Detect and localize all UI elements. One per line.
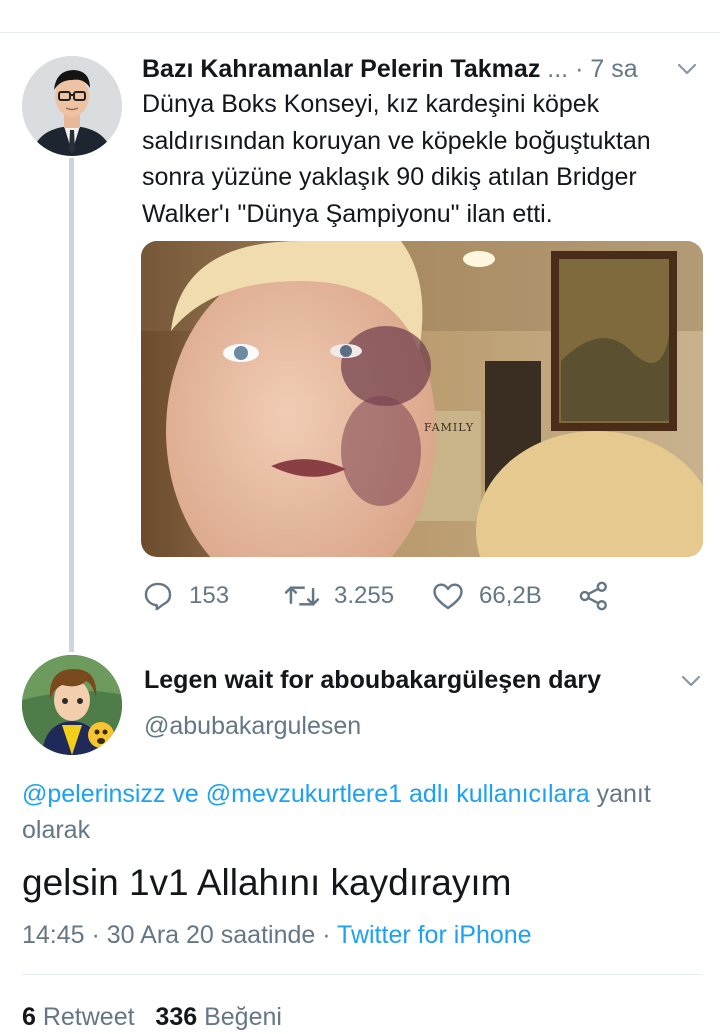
tweet-photo[interactable]: FAMILY [141,241,703,557]
mention-link-1[interactable]: @pelerinsizz [22,780,165,808]
mention-and: ve [165,780,206,808]
reply-chevron-down-icon[interactable] [680,670,702,692]
reply-timestamp: 14:45 · 30 Ara 20 saatinde · [22,921,338,949]
tweet-time[interactable]: · 7 sa [575,55,638,83]
like-total: 336 [155,1003,198,1031]
reply-icon [144,582,172,611]
retweet-label: Retweet [35,1003,135,1031]
reply-source-link[interactable]: Twitter for iPhone [337,921,532,949]
author-name[interactable]: Bazı Kahramanlar Pelerin Takmaz [142,55,540,83]
tweet-actions: 153 3.255 66,2B [141,574,641,618]
reply-stats: 6 Retweet 336 Beğeni [22,1000,282,1034]
chevron-down-icon[interactable] [676,58,698,80]
reply-avatar-image [22,655,122,755]
name-ellipsis: ... [547,55,569,83]
reply-avatar[interactable] [22,655,122,755]
mention-link-2[interactable]: @mevzukurtlere1 [206,780,402,808]
retweet-total: 6 [22,1003,36,1031]
reply-meta: 14:45 · 30 Ara 20 saatinde · Twitter for… [22,918,532,952]
top-divider [0,32,720,33]
likes-stat[interactable]: 336 Beğeni [155,1003,282,1031]
retweet-count: 3.255 [334,582,395,609]
retweets-stat[interactable]: 6 Retweet [22,1003,135,1031]
reply-handle[interactable]: @abubakargulesen [144,712,361,741]
tweet-header: Bazı Kahramanlar Pelerin Takmaz ... · 7 … [142,50,702,90]
share-icon [579,581,607,611]
reply-button[interactable]: 153 [141,574,229,618]
avatar-image [22,56,122,156]
heart-icon [433,583,463,610]
reply-text: gelsin 1v1 Allahını kaydırayım [22,862,512,903]
like-button[interactable]: 66,2B [431,574,542,618]
reply-count: 153 [189,582,230,609]
like-label: Beğeni [197,1003,282,1031]
retweet-icon [284,586,320,606]
photo-image [141,241,703,557]
share-button[interactable] [577,574,611,618]
stats-divider [22,974,702,975]
tweet-text: Dünya Boks Konseyi, kız kardeşini köpek … [142,90,651,228]
avatar[interactable] [22,56,122,156]
photo-caption: FAMILY [424,421,475,434]
reply-author-name[interactable]: Legen wait for aboubakargüleşen dary [144,666,601,695]
like-count: 66,2B [479,582,542,609]
retweet-button[interactable]: 3.255 [284,574,394,618]
thread-line [69,158,74,652]
mention-users-link[interactable]: adlı kullanıcılara [402,780,590,808]
replying-to: @pelerinsizz ve @mevzukurtlere1 adlı kul… [22,776,712,848]
